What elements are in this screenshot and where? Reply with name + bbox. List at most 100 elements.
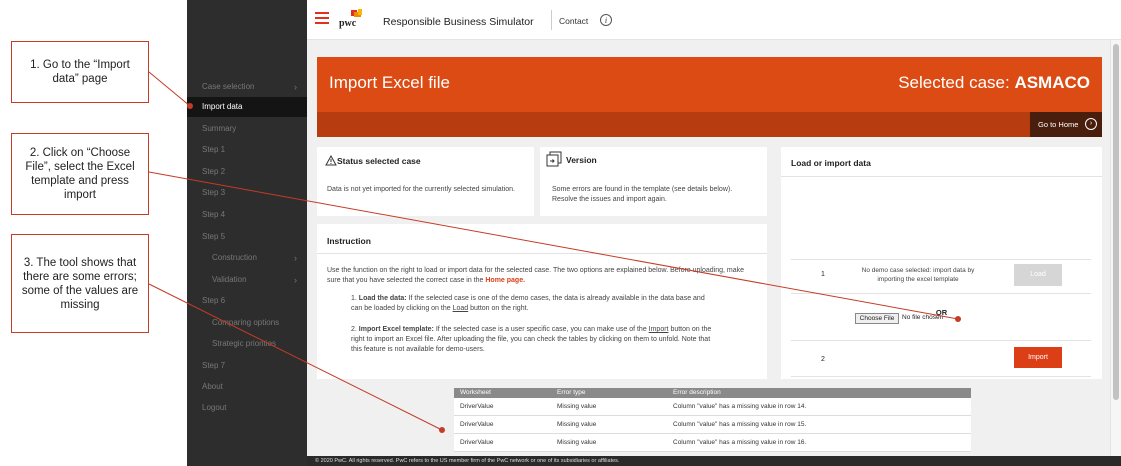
sidebar-item-validation[interactable]: Validation › bbox=[187, 270, 307, 290]
load-button[interactable]: Load bbox=[1014, 264, 1062, 286]
table-row: DriverValue Missing value Column "value"… bbox=[454, 434, 971, 452]
chevron-right-icon: › bbox=[294, 275, 297, 285]
page-title: Import Excel file bbox=[329, 73, 450, 92]
sidebar-item-label: Comparing options bbox=[212, 318, 280, 327]
load-link[interactable]: Load bbox=[453, 305, 469, 312]
home-page-link[interactable]: Home page. bbox=[485, 277, 525, 284]
sidebar-item-label: Step 7 bbox=[202, 361, 226, 370]
error-table-header: Worksheet Error type Error description bbox=[454, 388, 971, 398]
selected-case-label: Selected case: bbox=[898, 73, 1010, 92]
sidebar-item-label: About bbox=[202, 382, 223, 391]
sidebar-item-label: Construction bbox=[212, 253, 257, 262]
vertical-scrollbar[interactable] bbox=[1110, 40, 1121, 456]
status-card-title: Status selected case bbox=[337, 156, 421, 166]
column-header-worksheet: Worksheet bbox=[460, 389, 491, 396]
option-1-text: No demo case selected: import data by im… bbox=[861, 267, 975, 283]
cell-error-description: Column "value" has a missing value in ro… bbox=[673, 421, 807, 428]
sidebar-item-step-3[interactable]: Step 3 bbox=[187, 183, 307, 203]
sidebar-item-label: Import data bbox=[202, 102, 243, 111]
sidebar-item-summary[interactable]: Summary bbox=[187, 119, 307, 139]
cell-error-type: Missing value bbox=[557, 403, 597, 410]
sidebar-item-step-2[interactable]: Step 2 bbox=[187, 162, 307, 182]
version-icon bbox=[546, 151, 562, 167]
sidebar-item-label: Step 4 bbox=[202, 210, 226, 219]
selected-case: Selected case: ASMACO bbox=[898, 73, 1090, 93]
sidebar-item-strategic-priorities[interactable]: Strategic priorities bbox=[187, 334, 307, 354]
column-header-error-type: Error type bbox=[557, 389, 586, 396]
sidebar-item-label: Step 6 bbox=[202, 296, 226, 305]
divider bbox=[781, 176, 1102, 177]
cell-error-type: Missing value bbox=[557, 439, 597, 446]
tutorial-screenshot: 1. Go to the “Import data” page 2. Click… bbox=[0, 0, 1121, 466]
arrow-line-1 bbox=[148, 71, 191, 107]
instruction-item-2-text: If the selected case is a user specific … bbox=[433, 326, 649, 333]
import-link[interactable]: Import bbox=[649, 326, 669, 333]
sidebar-item-step-5[interactable]: Step 5 bbox=[187, 227, 307, 247]
banner-strip: Go to Home › bbox=[317, 112, 1102, 137]
sidebar-item-label: Case selection bbox=[202, 82, 255, 91]
sidebar-item-label: Step 1 bbox=[202, 145, 226, 154]
scrollbar-thumb[interactable] bbox=[1113, 44, 1119, 400]
option-1-number: 1 bbox=[821, 271, 825, 278]
logo-text: pwc bbox=[339, 18, 357, 29]
cell-worksheet: DriverValue bbox=[460, 403, 494, 410]
load-card-title: Load or import data bbox=[791, 158, 871, 168]
sidebar-item-construction[interactable]: Construction › bbox=[187, 248, 307, 268]
instruction-intro-text: Use the function on the right to load or… bbox=[327, 267, 745, 284]
choose-file-button[interactable]: Choose File bbox=[855, 313, 899, 324]
table-row: DriverValue Missing value Column "value"… bbox=[454, 416, 971, 434]
sidebar-item-label: Logout bbox=[202, 403, 227, 412]
instruction-title: Instruction bbox=[327, 236, 371, 246]
version-card-text: Some errors are found in the template (s… bbox=[552, 186, 733, 203]
app-title: Responsible Business Simulator bbox=[383, 16, 534, 28]
load-import-card: Load or import data 1 No demo case selec… bbox=[781, 147, 1102, 379]
status-card: Status selected case Data is not yet imp… bbox=[317, 147, 534, 216]
page-banner: Import Excel file Selected case: ASMACO … bbox=[317, 57, 1102, 137]
callout-step-2: 2. Click on “Choose File”, select the Ex… bbox=[11, 133, 149, 215]
sidebar-item-label: Validation bbox=[212, 275, 247, 284]
go-home-button[interactable]: Go to Home › bbox=[1030, 112, 1102, 137]
option-2-number: 2 bbox=[821, 356, 825, 363]
instruction-item-1-bold: Load the data: bbox=[358, 295, 407, 302]
sidebar-item-about[interactable]: About bbox=[187, 377, 307, 397]
sidebar-item-label: Step 5 bbox=[202, 232, 226, 241]
sidebar-item-step-1[interactable]: Step 1 bbox=[187, 140, 307, 160]
instruction-card: Instruction Use the function on the righ… bbox=[317, 224, 767, 379]
sidebar-item-import-data[interactable]: Import data bbox=[187, 97, 307, 117]
instruction-item-1-tail: button on the right. bbox=[468, 305, 529, 312]
divider bbox=[791, 376, 1091, 377]
error-table: Worksheet Error type Error description D… bbox=[454, 388, 971, 452]
chevron-right-icon: › bbox=[294, 253, 297, 263]
divider bbox=[551, 10, 552, 30]
callout-step-1: 1. Go to the “Import data” page bbox=[11, 41, 149, 103]
sidebar-item-case-selection[interactable]: Case selection › bbox=[187, 77, 307, 97]
no-file-chosen-text: No file chosen bbox=[902, 314, 944, 321]
callout-step-3: 3. The tool shows that there are some er… bbox=[11, 234, 149, 333]
divider bbox=[317, 253, 767, 254]
version-card: Version Some errors are found in the tem… bbox=[540, 147, 767, 216]
cell-error-type: Missing value bbox=[557, 421, 597, 428]
sidebar-item-comparing-options[interactable]: Comparing options bbox=[187, 313, 307, 333]
import-button[interactable]: Import bbox=[1014, 347, 1062, 368]
sidebar-item-step-6[interactable]: Step 6 bbox=[187, 291, 307, 311]
cell-error-description: Column "value" has a missing value in ro… bbox=[673, 439, 807, 446]
sidebar-item-label: Strategic priorities bbox=[212, 339, 277, 348]
contact-link[interactable]: Contact bbox=[559, 16, 588, 26]
sidebar-item-step-7[interactable]: Step 7 bbox=[187, 356, 307, 376]
info-icon[interactable]: i bbox=[600, 14, 612, 26]
footer: © 2020 PwC. All rights reserved. PwC ref… bbox=[307, 456, 1121, 466]
divider bbox=[791, 293, 1091, 294]
sidebar-item-logout[interactable]: Logout bbox=[187, 398, 307, 418]
instruction-item-2: 2. Import Excel template: If the selecte… bbox=[351, 326, 712, 353]
sidebar-item-step-4[interactable]: Step 4 bbox=[187, 205, 307, 225]
status-card-text: Data is not yet imported for the current… bbox=[327, 186, 515, 193]
hamburger-menu-icon[interactable] bbox=[315, 12, 329, 24]
sidebar-item-label: Step 3 bbox=[202, 188, 226, 197]
cell-error-description: Column "value" has a missing value in ro… bbox=[673, 403, 807, 410]
cell-worksheet: DriverValue bbox=[460, 439, 494, 446]
instruction-item-1: 1. Load the data: If the selected case i… bbox=[351, 295, 705, 312]
selected-case-name: ASMACO bbox=[1014, 73, 1090, 92]
instruction-intro: Use the function on the right to load or… bbox=[327, 266, 757, 286]
sidebar-item-label: Step 2 bbox=[202, 167, 226, 176]
column-header-error-description: Error description bbox=[673, 389, 721, 396]
